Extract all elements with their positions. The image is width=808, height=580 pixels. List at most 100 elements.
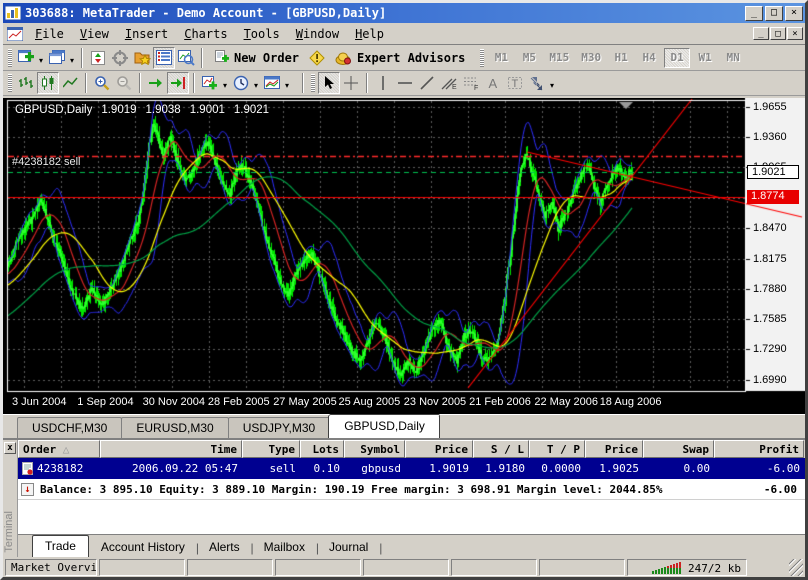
- column-header-s-l[interactable]: S / L: [473, 440, 529, 458]
- navigator-button[interactable]: [131, 47, 153, 69]
- column-header-lots[interactable]: Lots: [300, 440, 344, 458]
- traffic-value: 247/2 kb: [688, 562, 741, 575]
- new-order-button[interactable]: New Order: [207, 47, 306, 69]
- terminal-tab-journal[interactable]: Journal|: [317, 537, 380, 557]
- column-header-price[interactable]: Price: [405, 440, 473, 458]
- terminal-close-button[interactable]: x: [4, 442, 16, 454]
- minimize-button[interactable]: _: [745, 6, 763, 21]
- column-header-t-p[interactable]: T / P: [529, 440, 585, 458]
- timeframe-button-d1[interactable]: D1: [664, 48, 690, 68]
- bar-chart-button[interactable]: [15, 72, 37, 94]
- balance-arrow-icon: ↓: [21, 483, 34, 496]
- menu-item-file[interactable]: File: [27, 24, 72, 44]
- toolbar-drag-handle[interactable]: [8, 49, 12, 67]
- chart-tab-eurusd-m30[interactable]: EURUSD,M30: [121, 417, 228, 438]
- toolbar-separator: [85, 73, 87, 93]
- column-header-type[interactable]: Type: [242, 440, 300, 458]
- cursor-button[interactable]: [318, 72, 340, 94]
- menu-item-charts[interactable]: Charts: [176, 24, 235, 44]
- column-header-time[interactable]: Time: [100, 440, 242, 458]
- order-row[interactable]: 42381822006.09.22 05:47sell0.10gbpusd1.9…: [18, 458, 805, 479]
- mdi-restore-button[interactable]: □: [770, 27, 786, 40]
- date-tick-label: 21 Feb 2006: [469, 396, 531, 408]
- new-order-icon: [214, 50, 229, 65]
- market-watch-button[interactable]: [87, 47, 109, 69]
- periods-button[interactable]: ▾: [230, 72, 252, 94]
- column-header-swap[interactable]: Swap: [643, 440, 714, 458]
- menu-item-view[interactable]: View: [72, 24, 117, 44]
- strategy-tester-button[interactable]: [175, 47, 197, 69]
- data-window-button[interactable]: [109, 47, 131, 69]
- menu-item-window[interactable]: Window: [288, 24, 347, 44]
- text-label-button[interactable]: T: [504, 72, 526, 94]
- bid-price-marker: 1.9021: [747, 165, 799, 179]
- timeframes-toolbar: M1M5M15M30H1H4D1W1MN: [487, 48, 747, 68]
- terminal-tab-trade[interactable]: Trade: [32, 535, 89, 557]
- channel-button[interactable]: E: [438, 72, 460, 94]
- templates-button[interactable]: ▾: [261, 72, 283, 94]
- mdi-minimize-button[interactable]: _: [753, 27, 769, 40]
- svg-text:F: F: [474, 85, 478, 90]
- candlestick-button[interactable]: [37, 72, 59, 94]
- trendline-button[interactable]: [416, 72, 438, 94]
- arrows-button[interactable]: ▾: [526, 72, 548, 94]
- bar-chart-icon: [19, 76, 34, 90]
- profiles-button[interactable]: ▾: [46, 47, 68, 69]
- order-line-label: #4238182 sell: [12, 156, 81, 168]
- fibonacci-button[interactable]: F: [460, 72, 482, 94]
- chart-shift-button[interactable]: [167, 72, 189, 94]
- tab-separator: |: [379, 541, 382, 555]
- toolbar-drag-handle[interactable]: [8, 74, 12, 92]
- profiles-icon: [49, 50, 66, 65]
- timeframe-button-w1[interactable]: W1: [692, 48, 718, 68]
- terminal-tab-alerts[interactable]: Alerts|: [197, 537, 252, 557]
- line-chart-button[interactable]: [59, 72, 81, 94]
- menu-item-help[interactable]: Help: [347, 24, 392, 44]
- balance-summary-text: Balance: 3 895.10 Equity: 3 889.10 Margi…: [40, 483, 764, 496]
- crosshair-button[interactable]: [340, 72, 362, 94]
- timeframe-button-mn[interactable]: MN: [720, 48, 746, 68]
- resize-grip[interactable]: [789, 559, 803, 576]
- chart-canvas[interactable]: [3, 98, 805, 414]
- text-button[interactable]: A: [482, 72, 504, 94]
- date-tick-label: 22 May 2006: [534, 396, 598, 408]
- menu-item-tools[interactable]: Tools: [236, 24, 288, 44]
- new-chart-button[interactable]: ▾: [15, 47, 37, 69]
- vertical-line-button[interactable]: [372, 72, 394, 94]
- timeframe-button-m1[interactable]: M1: [488, 48, 514, 68]
- chart-shift-icon: [170, 76, 186, 90]
- close-button[interactable]: ×: [785, 6, 803, 21]
- terminal-button[interactable]: [153, 47, 175, 69]
- terminal-tab-account-history[interactable]: Account History|: [89, 537, 197, 557]
- maximize-button[interactable]: □: [765, 6, 783, 21]
- date-tick-label: 3 Jun 2004: [12, 396, 66, 408]
- chart-tab-usdjpy-m30[interactable]: USDJPY,M30: [228, 417, 330, 438]
- timeframe-button-m30[interactable]: M30: [576, 48, 606, 68]
- metaeditor-button[interactable]: [306, 47, 328, 69]
- menu-item-insert[interactable]: Insert: [117, 24, 176, 44]
- horizontal-line-button[interactable]: [394, 72, 416, 94]
- status-left-cell: Market Overview: [5, 559, 97, 576]
- status-bar: Market Overview 247/2 kb: [3, 557, 805, 577]
- timeframe-button-m15[interactable]: M15: [544, 48, 574, 68]
- expert-advisors-button[interactable]: Expert Advisors: [328, 47, 472, 69]
- chart-high-value: 1.9038: [146, 104, 181, 116]
- indicators-button[interactable]: ▾: [199, 72, 221, 94]
- terminal-tab-mailbox[interactable]: Mailbox|: [252, 537, 317, 557]
- toolbar-drag-handle[interactable]: [480, 49, 484, 67]
- timeframe-button-h1[interactable]: H1: [608, 48, 634, 68]
- auto-scroll-button[interactable]: [145, 72, 167, 94]
- toolbar-drag-handle[interactable]: [311, 74, 315, 92]
- zoom-out-button[interactable]: [113, 72, 135, 94]
- mdi-close-button[interactable]: ×: [787, 27, 803, 40]
- zoom-in-button[interactable]: [91, 72, 113, 94]
- chart-tab-gbpusd-daily[interactable]: GBPUSD,Daily: [329, 415, 440, 438]
- column-header-profit[interactable]: Profit: [714, 440, 804, 458]
- timeframe-button-h4[interactable]: H4: [636, 48, 662, 68]
- timeframe-button-m5[interactable]: M5: [516, 48, 542, 68]
- status-cell: [539, 559, 625, 576]
- column-header-symbol[interactable]: Symbol: [344, 440, 405, 458]
- column-header-order[interactable]: Order △: [18, 440, 100, 458]
- chart-tab-usdchf-m30[interactable]: USDCHF,M30: [17, 417, 122, 438]
- column-header-price[interactable]: Price: [585, 440, 643, 458]
